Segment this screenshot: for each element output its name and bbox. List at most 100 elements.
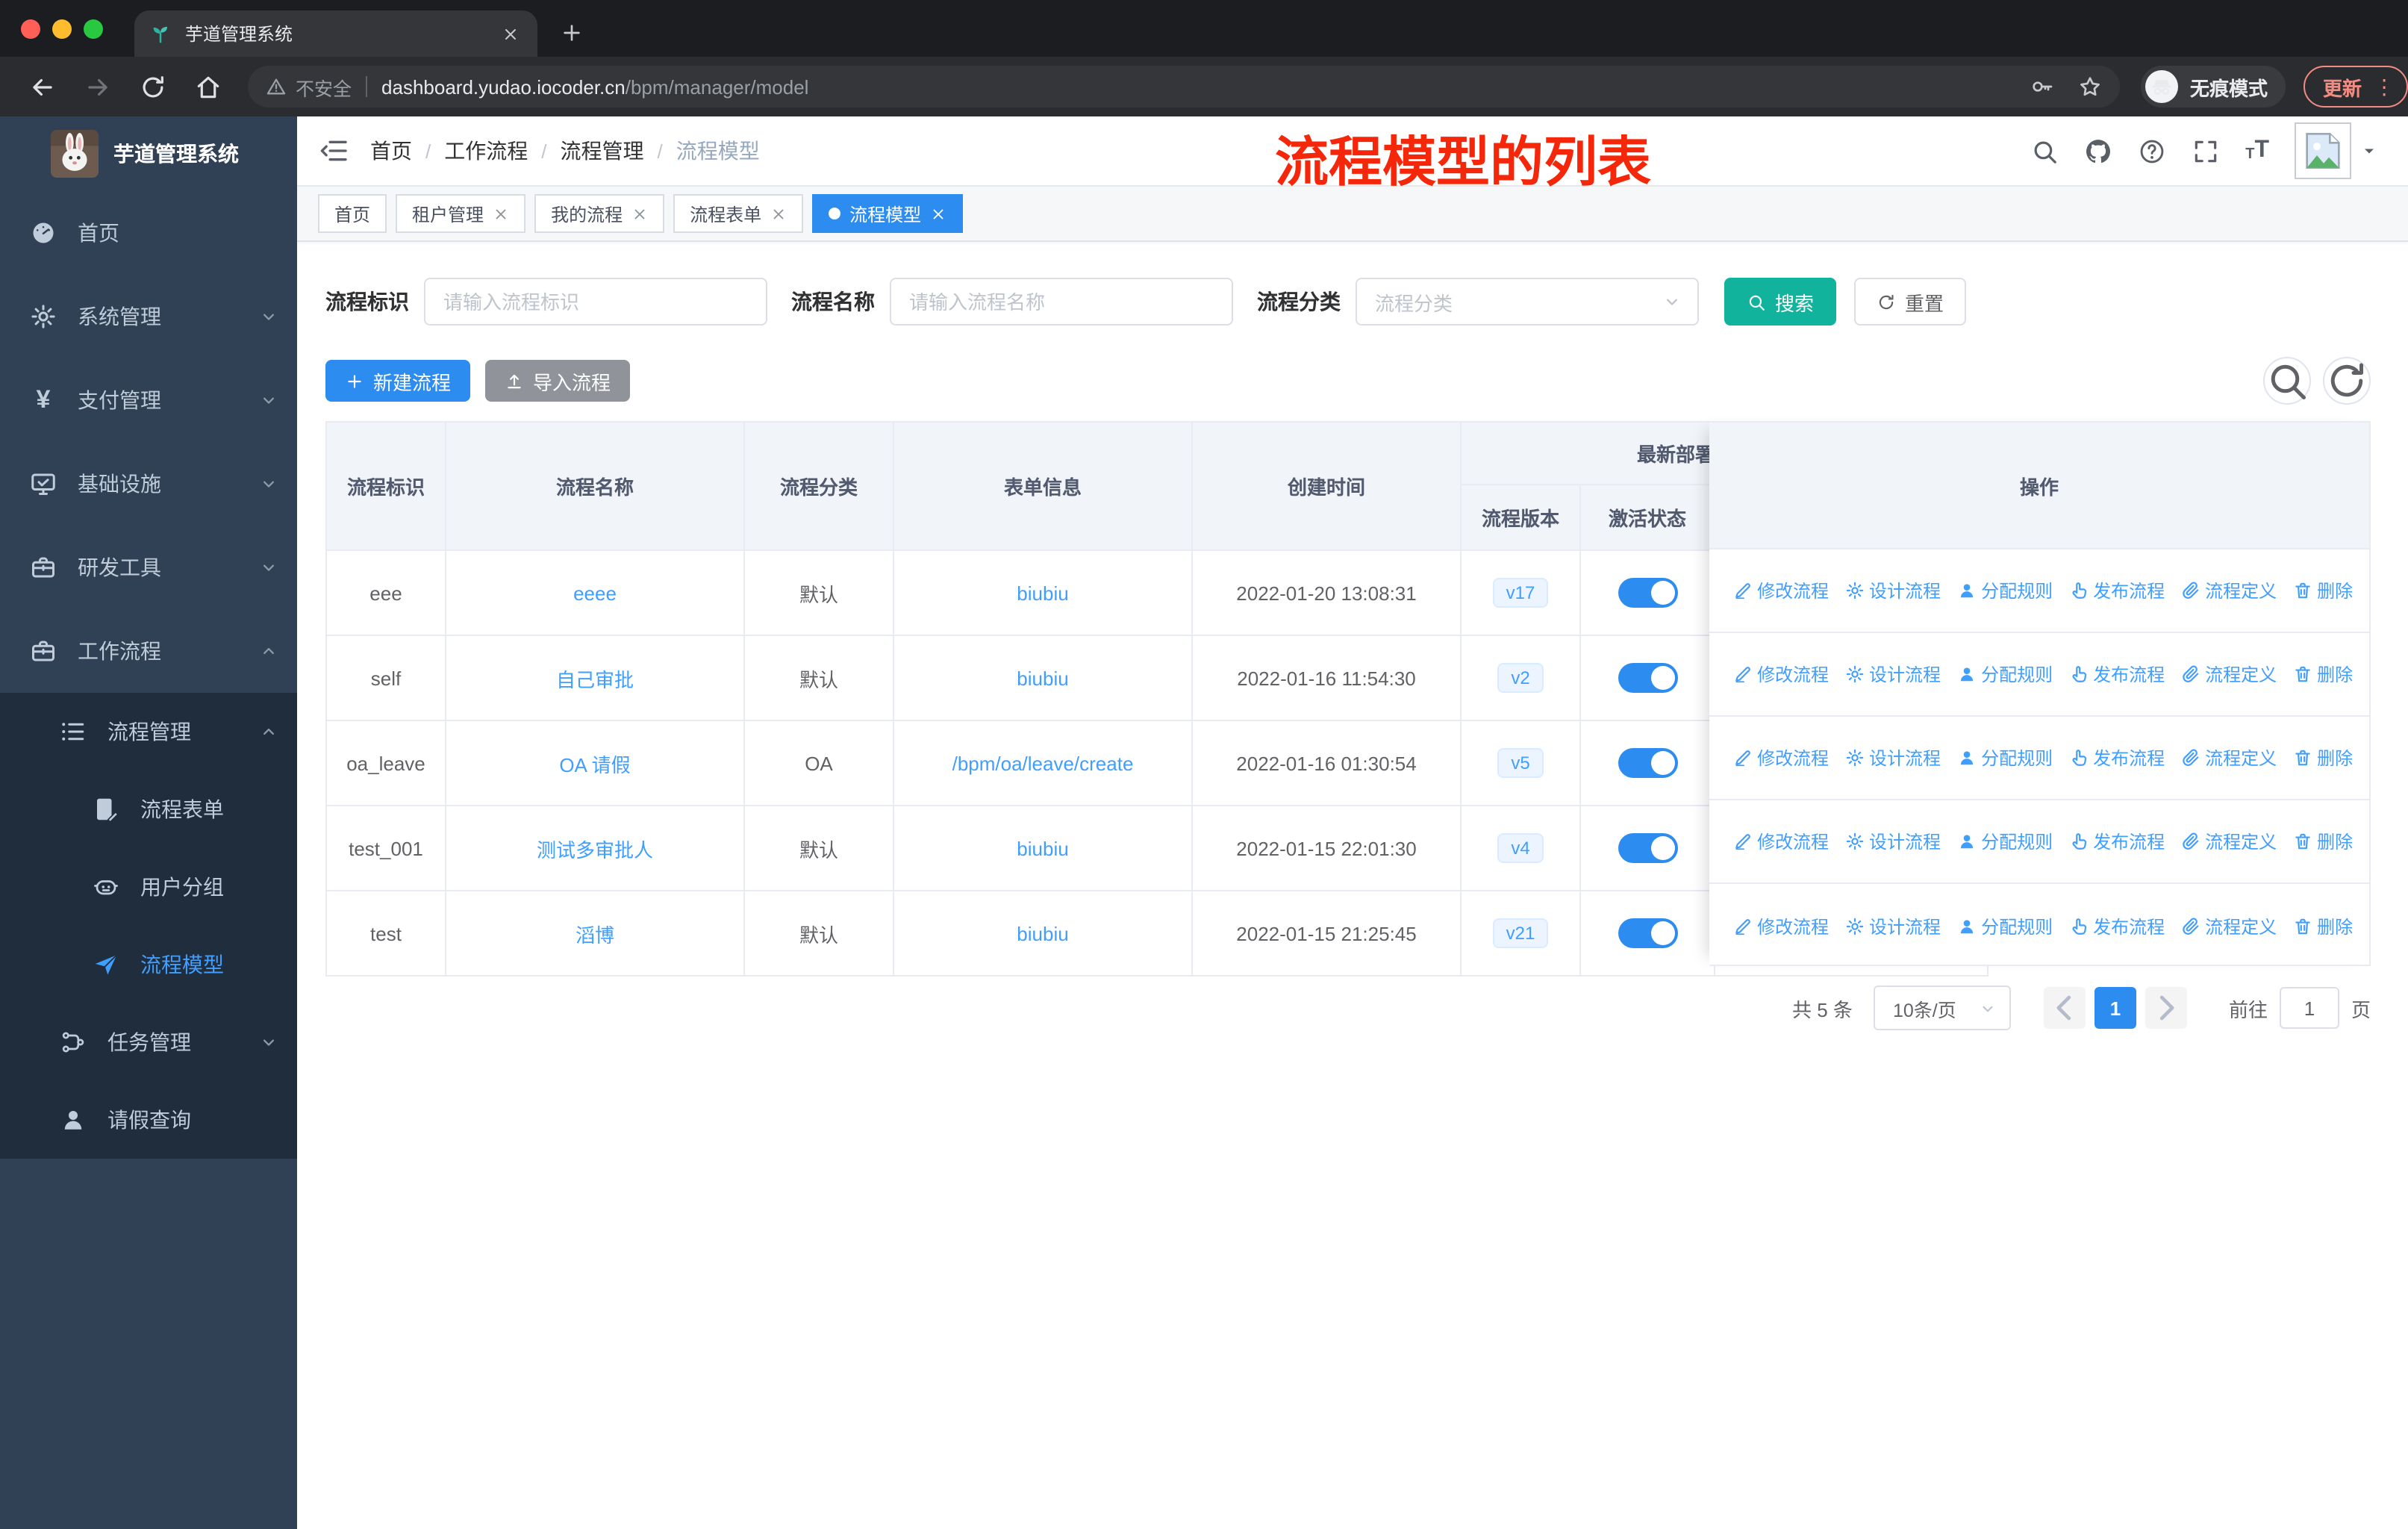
new-tab-button[interactable]: [555, 16, 588, 49]
sidebar-item-leave-query[interactable]: 请假查询: [0, 1081, 297, 1159]
sidebar-item-system[interactable]: 系统管理: [0, 275, 297, 358]
action-修改流程[interactable]: 修改流程: [1733, 745, 1829, 770]
reload-icon[interactable]: [139, 72, 167, 101]
breadcrumb-item[interactable]: 工作流程: [444, 136, 528, 166]
action-删除[interactable]: 删除: [2293, 661, 2353, 687]
sidebar-item-task-mgmt[interactable]: 任务管理: [0, 1003, 297, 1081]
form-link[interactable]: /bpm/oa/leave/create: [952, 752, 1134, 774]
process-name-link[interactable]: 自己审批: [556, 664, 634, 692]
action-分配规则[interactable]: 分配规则: [1957, 578, 2053, 603]
sidebar-item-devtools[interactable]: 研发工具: [0, 526, 297, 609]
action-流程定义[interactable]: 流程定义: [2181, 829, 2277, 854]
action-发布流程[interactable]: 发布流程: [2069, 913, 2165, 938]
forward-icon[interactable]: [84, 72, 112, 101]
form-link[interactable]: biubiu: [1017, 667, 1068, 689]
tag-流程表单[interactable]: 流程表单: [673, 194, 804, 233]
window-controls[interactable]: [21, 19, 103, 39]
font-size-icon[interactable]: TT: [2245, 138, 2269, 163]
password-key-icon[interactable]: [2030, 75, 2054, 99]
action-流程定义[interactable]: 流程定义: [2181, 913, 2277, 938]
action-删除[interactable]: 删除: [2293, 745, 2353, 770]
action-设计流程[interactable]: 设计流程: [1845, 745, 1941, 770]
sidebar-item-process-model[interactable]: 流程模型: [0, 926, 297, 1003]
tag-close-icon[interactable]: [631, 205, 648, 222]
browser-menu-icon[interactable]: ⋮: [2374, 74, 2395, 99]
tag-租户管理[interactable]: 租户管理: [396, 194, 526, 233]
reset-button[interactable]: 重置: [1854, 278, 1967, 326]
action-设计流程[interactable]: 设计流程: [1845, 913, 1941, 938]
form-link[interactable]: biubiu: [1017, 922, 1068, 944]
action-流程定义[interactable]: 流程定义: [2181, 661, 2277, 687]
action-修改流程[interactable]: 修改流程: [1733, 661, 1829, 687]
sidebar-item-user-group[interactable]: 用户分组: [0, 848, 297, 926]
fullscreen-icon[interactable]: [2192, 137, 2220, 165]
github-icon[interactable]: [2084, 137, 2112, 165]
prev-page-button[interactable]: [2043, 987, 2086, 1029]
user-avatar[interactable]: [2295, 122, 2351, 179]
tab-close-icon[interactable]: [499, 22, 523, 46]
tag-close-icon[interactable]: [930, 205, 946, 222]
tag-close-icon[interactable]: [493, 205, 509, 222]
version-badge[interactable]: v2: [1497, 663, 1544, 693]
action-删除[interactable]: 删除: [2293, 829, 2353, 854]
action-发布流程[interactable]: 发布流程: [2069, 661, 2165, 687]
activation-toggle[interactable]: [1618, 918, 1677, 948]
process-name-link[interactable]: 滔博: [576, 919, 614, 947]
version-badge[interactable]: v4: [1497, 833, 1544, 863]
collapse-menu-icon[interactable]: [319, 136, 349, 166]
action-修改流程[interactable]: 修改流程: [1733, 829, 1829, 854]
activation-toggle[interactable]: [1618, 748, 1677, 778]
process-name-link[interactable]: OA 请假: [559, 749, 630, 777]
action-删除[interactable]: 删除: [2293, 913, 2353, 938]
activation-toggle[interactable]: [1618, 663, 1677, 693]
action-设计流程[interactable]: 设计流程: [1845, 578, 1941, 603]
action-流程定义[interactable]: 流程定义: [2181, 578, 2277, 603]
activation-toggle[interactable]: [1618, 833, 1677, 863]
import-process-button[interactable]: 导入流程: [485, 360, 631, 402]
bookmark-star-icon[interactable]: [2078, 75, 2102, 99]
minimize-window-button[interactable]: [52, 19, 72, 39]
version-badge[interactable]: v21: [1492, 918, 1549, 948]
sidebar-item-home[interactable]: 首页: [0, 191, 297, 275]
tag-流程模型[interactable]: 流程模型: [812, 194, 964, 233]
close-window-button[interactable]: [21, 19, 40, 39]
breadcrumb-item[interactable]: 首页: [370, 136, 412, 166]
process-id-input[interactable]: [424, 278, 767, 326]
sidebar-item-workflow[interactable]: 工作流程: [0, 609, 297, 693]
header-search-icon[interactable]: [2030, 137, 2059, 165]
address-bar[interactable]: 不安全 dashboard.yudao.iocoder.cn /bpm/mana…: [248, 66, 2120, 108]
tag-我的流程[interactable]: 我的流程: [534, 194, 665, 233]
sidebar-item-payment[interactable]: ¥ 支付管理: [0, 358, 297, 442]
create-process-button[interactable]: 新建流程: [325, 360, 471, 402]
action-设计流程[interactable]: 设计流程: [1845, 661, 1941, 687]
action-删除[interactable]: 删除: [2293, 578, 2353, 603]
action-发布流程[interactable]: 发布流程: [2069, 745, 2165, 770]
sidebar-item-process-form[interactable]: 流程表单: [0, 770, 297, 848]
next-page-button[interactable]: [2145, 987, 2187, 1029]
process-name-input[interactable]: [890, 278, 1233, 326]
browser-tab[interactable]: 芋道管理系统: [134, 10, 537, 57]
action-分配规则[interactable]: 分配规则: [1957, 661, 2053, 687]
home-icon[interactable]: [194, 72, 222, 101]
action-修改流程[interactable]: 修改流程: [1733, 913, 1829, 938]
action-分配规则[interactable]: 分配规则: [1957, 745, 2053, 770]
goto-page-input[interactable]: [2279, 987, 2339, 1029]
process-category-select[interactable]: 流程分类: [1356, 278, 1699, 326]
breadcrumb-item[interactable]: 流程管理: [561, 136, 644, 166]
process-name-link[interactable]: eeee: [573, 582, 617, 604]
search-button[interactable]: 搜索: [1724, 278, 1837, 326]
action-分配规则[interactable]: 分配规则: [1957, 829, 2053, 854]
action-设计流程[interactable]: 设计流程: [1845, 829, 1941, 854]
toggle-search-button[interactable]: [2263, 357, 2311, 405]
zoom-window-button[interactable]: [84, 19, 103, 39]
version-badge[interactable]: v5: [1497, 748, 1544, 778]
back-icon[interactable]: [28, 72, 57, 101]
tag-首页[interactable]: 首页: [318, 194, 387, 233]
action-发布流程[interactable]: 发布流程: [2069, 578, 2165, 603]
form-link[interactable]: biubiu: [1017, 837, 1068, 859]
sidebar-item-infrastructure[interactable]: 基础设施: [0, 442, 297, 526]
sidebar-item-process-mgmt[interactable]: 流程管理: [0, 693, 297, 770]
action-分配规则[interactable]: 分配规则: [1957, 913, 2053, 938]
refresh-table-button[interactable]: [2323, 357, 2371, 405]
process-name-link[interactable]: 测试多审批人: [537, 834, 653, 862]
